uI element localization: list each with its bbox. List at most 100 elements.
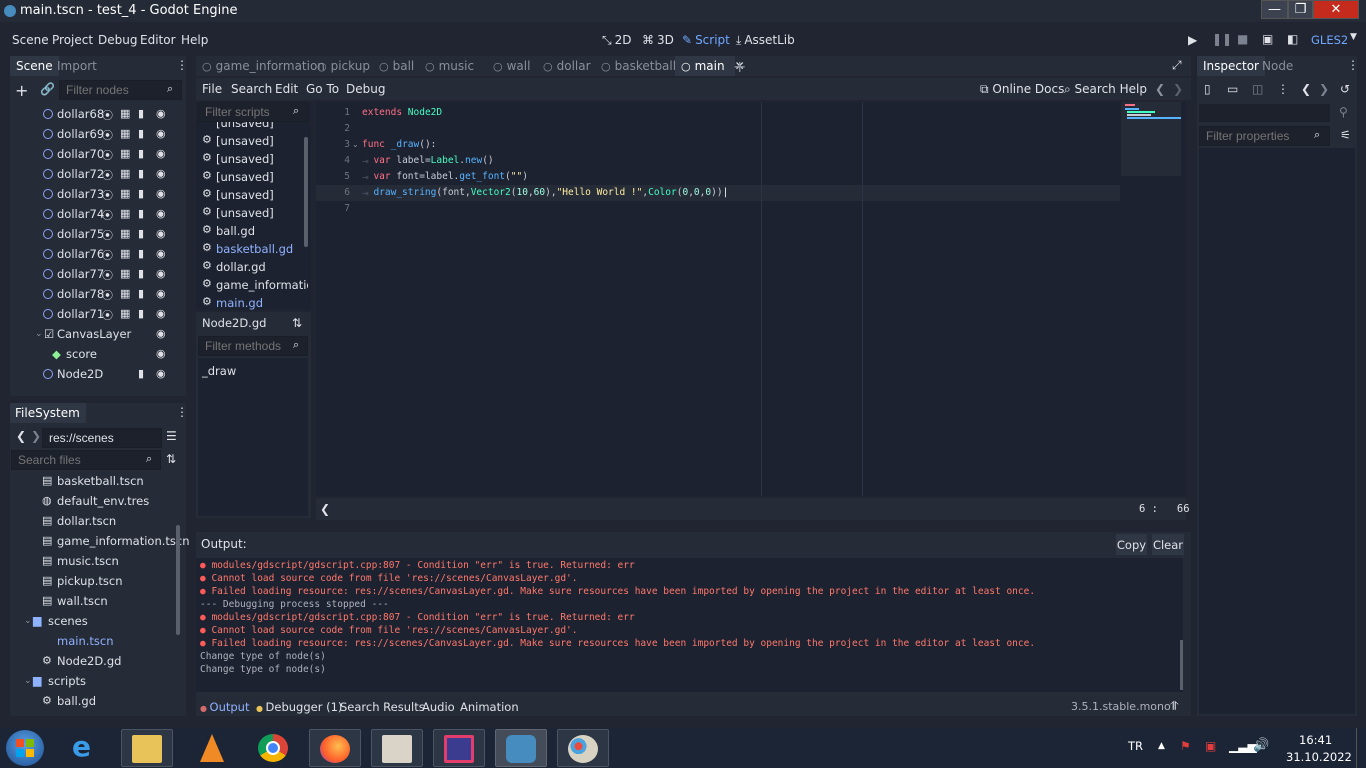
- tree-row-dollar68[interactable]: dollar68 ⦿ ▦ ▮ ◉: [10, 104, 166, 124]
- chevron-down-icon[interactable]: ⌄: [24, 616, 32, 626]
- script-icon[interactable]: ▮: [138, 107, 150, 120]
- signals-icon[interactable]: ⦿: [102, 207, 119, 223]
- script-icon[interactable]: ▮: [138, 127, 150, 140]
- script-icon[interactable]: ▮: [138, 207, 150, 220]
- filter-methods-input[interactable]: [198, 336, 308, 356]
- eye-icon[interactable]: ◉: [156, 147, 172, 160]
- bottom-tab-2[interactable]: Search Results: [340, 700, 425, 714]
- signals-icon[interactable]: ⦿: [102, 147, 119, 163]
- menu-project[interactable]: Project: [52, 33, 93, 47]
- signals-icon[interactable]: ⦿: [102, 127, 119, 143]
- scrollbar[interactable]: [176, 525, 180, 635]
- fs-folder-scripts[interactable]: ⌄ ▆ scripts: [10, 671, 175, 691]
- scene-instance-icon[interactable]: ▦: [120, 207, 136, 220]
- tab-import[interactable]: Import: [51, 56, 103, 76]
- pause-icon[interactable]: ❚❚: [1212, 32, 1232, 46]
- editor-tab-main[interactable]: ○ main ✕: [675, 56, 745, 76]
- add-tab-icon[interactable]: +: [733, 57, 746, 76]
- tree-row-dollar72[interactable]: dollar72 ⦿ ▦ ▮ ◉: [10, 164, 166, 184]
- tab-node[interactable]: Node: [1256, 56, 1299, 76]
- signals-icon[interactable]: ⦿: [102, 167, 119, 183]
- menu-dots-icon[interactable]: ⋮: [1277, 82, 1289, 96]
- sort-icon[interactable]: ⇅: [166, 452, 176, 466]
- forward-icon[interactable]: ❯: [1173, 82, 1183, 96]
- tree-row-score[interactable]: ◆ score ◉: [10, 344, 166, 364]
- script-icon[interactable]: ▮: [138, 247, 150, 260]
- signals-icon[interactable]: ⦿: [102, 307, 119, 323]
- script-item[interactable]: ⚙ main.gd: [200, 294, 308, 312]
- editor-tab-game_information[interactable]: ○ game_information: [196, 56, 325, 76]
- search-files-input[interactable]: [11, 450, 161, 470]
- fs-file[interactable]: ▤ dollar.tscn: [10, 511, 175, 531]
- scene-instance-icon[interactable]: ▦: [120, 147, 136, 160]
- scene-instance-icon[interactable]: ▦: [120, 127, 136, 140]
- eye-icon[interactable]: ◉: [156, 367, 172, 380]
- fs-file[interactable]: ▤ game_information.tscn: [10, 531, 190, 551]
- tab-inspector[interactable]: Inspector: [1197, 56, 1265, 76]
- play-icon[interactable]: ▶: [1188, 33, 1197, 47]
- show-desktop-button[interactable]: [1356, 728, 1366, 768]
- eye-icon[interactable]: ◉: [156, 307, 172, 320]
- eye-icon[interactable]: ◉: [156, 287, 172, 300]
- script-item[interactable]: ⚙ [unsaved]: [200, 186, 308, 204]
- path-input[interactable]: [42, 428, 162, 448]
- forward-icon[interactable]: ❯: [31, 429, 41, 443]
- eye-icon[interactable]: ◉: [156, 267, 172, 280]
- back-icon[interactable]: ❮: [1301, 82, 1311, 96]
- script-icon[interactable]: ▮: [138, 167, 150, 180]
- script-icon[interactable]: ▮: [138, 267, 150, 280]
- fs-folder-scenes[interactable]: ⌄ ▆ scenes: [10, 611, 175, 631]
- signals-icon[interactable]: ⦿: [102, 267, 119, 283]
- fs-file[interactable]: ▤ wall.tscn: [10, 591, 175, 611]
- scene-instance-icon[interactable]: ▦: [120, 107, 136, 120]
- taskbar-ie[interactable]: e: [62, 729, 114, 767]
- signals-icon[interactable]: ⦿: [102, 287, 119, 303]
- tree-row-dollar73[interactable]: dollar73 ⦿ ▦ ▮ ◉: [10, 184, 166, 204]
- forward-icon[interactable]: ❯: [1319, 82, 1329, 96]
- tree-row-dollar71[interactable]: dollar71 ⦿ ▦ ▮ ◉: [10, 304, 166, 324]
- signals-icon[interactable]: ⦿: [102, 107, 119, 123]
- clock-time[interactable]: 16:41: [1299, 733, 1332, 747]
- script-icon[interactable]: ▮: [138, 367, 150, 380]
- script-icon[interactable]: ▮: [138, 187, 150, 200]
- editor-tab-wall[interactable]: ○ wall: [487, 56, 537, 76]
- add-node-icon[interactable]: +: [15, 81, 28, 100]
- eye-icon[interactable]: ◉: [156, 247, 172, 260]
- menu-dots-icon[interactable]: ⋮: [1347, 58, 1359, 72]
- script-item[interactable]: [unsaved]: [200, 122, 306, 132]
- script-item[interactable]: ⚙ ball.gd: [200, 222, 308, 240]
- fs-file[interactable]: ▤ pickup.tscn: [10, 571, 175, 591]
- script-icon[interactable]: ▮: [138, 287, 150, 300]
- history-icon[interactable]: ↺: [1340, 82, 1350, 96]
- menu-dots-icon[interactable]: ⋮: [176, 58, 188, 72]
- minimize-button[interactable]: —: [1261, 0, 1288, 19]
- taskbar-book[interactable]: [371, 729, 423, 767]
- editor-tab-ball[interactable]: ○ ball: [373, 56, 419, 76]
- eye-icon[interactable]: ◉: [156, 207, 172, 220]
- script-menu-debug[interactable]: Debug: [346, 82, 385, 96]
- script-icon[interactable]: ▮: [138, 147, 150, 160]
- power-icon[interactable]: ▣: [1205, 739, 1216, 753]
- signals-icon[interactable]: ⦿: [102, 227, 119, 243]
- search-help-button[interactable]: ⌕ Search Help: [1064, 82, 1147, 97]
- taskbar-paint[interactable]: [557, 729, 609, 767]
- scrollbar[interactable]: [1180, 640, 1183, 690]
- eye-icon[interactable]: ◉: [156, 107, 172, 120]
- distraction-free-icon[interactable]: ⤢: [1172, 58, 1182, 73]
- script-item[interactable]: ⚙ [unsaved]: [200, 132, 308, 150]
- eye-icon[interactable]: ◉: [156, 327, 172, 340]
- mode-script-button[interactable]: ✎ Script: [682, 33, 730, 47]
- mode-3d-button[interactable]: ⌘ 3D: [642, 33, 674, 47]
- save-resource-icon[interactable]: ◫: [1252, 82, 1263, 96]
- fold-arrow-icon[interactable]: ⌄: [352, 140, 359, 149]
- script-item[interactable]: ⚙game_information.gd: [200, 276, 308, 294]
- script-menu-search[interactable]: Search: [231, 82, 272, 96]
- eye-icon[interactable]: ◉: [156, 347, 172, 360]
- taskbar-aseprite[interactable]: [433, 729, 485, 767]
- volume-icon[interactable]: 🔊: [1253, 738, 1269, 753]
- scene-instance-icon[interactable]: ▦: [120, 227, 136, 240]
- filter-scripts-input[interactable]: [198, 102, 308, 122]
- stop-icon[interactable]: ■: [1237, 32, 1248, 46]
- eye-icon[interactable]: ◉: [156, 187, 172, 200]
- mode-assetlib-button[interactable]: ⤓ AssetLib: [736, 33, 795, 48]
